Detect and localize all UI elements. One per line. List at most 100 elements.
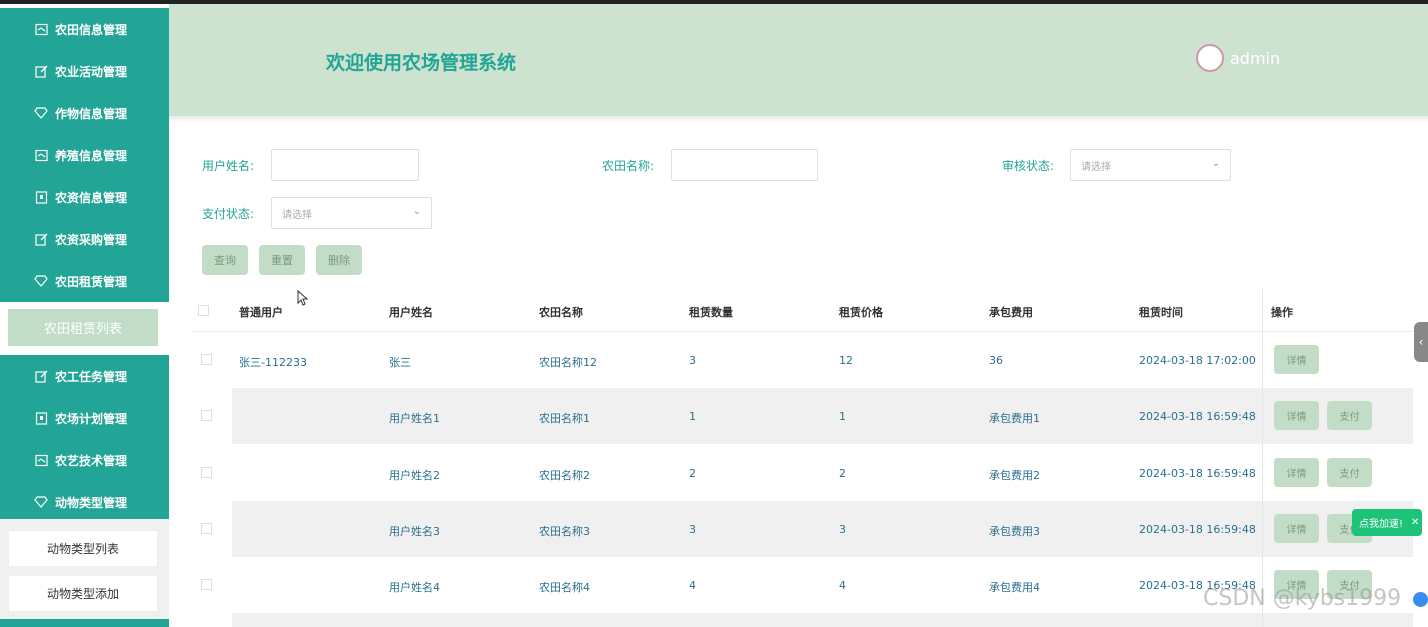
cell-farm: 农田名称1 xyxy=(539,412,590,426)
sidebar-item[interactable]: 农资信息管理 xyxy=(0,176,169,218)
page-title: 欢迎使用农场管理系统 xyxy=(326,52,517,74)
col-header-qty: 租赁数量 xyxy=(689,306,733,319)
cell-qty: 1 xyxy=(689,410,696,424)
cell-qty: 2 xyxy=(689,466,696,480)
col-header-time: 租赁时间 xyxy=(1139,306,1183,319)
detail-button[interactable]: 详情 xyxy=(1274,513,1319,543)
pay-button[interactable]: 支付 xyxy=(1327,457,1372,487)
detail-button[interactable]: 详情 xyxy=(1274,457,1319,487)
table-row: 张三-112233 张三 农田名称12 3 12 36 2024-03-18 17:02:0… xyxy=(191,332,1413,388)
header-shadow xyxy=(169,116,1428,122)
diamond-icon xyxy=(34,274,48,288)
chevron-down-icon: ⌄ xyxy=(412,206,421,217)
cell-fee: 36 xyxy=(989,354,1003,367)
reset-button[interactable]: 重置 xyxy=(259,245,305,275)
edit-icon xyxy=(34,369,48,383)
cell-name: 用户姓名1 xyxy=(389,412,440,426)
edit-icon xyxy=(34,64,48,78)
pay-button[interactable]: 支付 xyxy=(1327,401,1372,431)
table-row-partial xyxy=(191,613,1413,627)
close-icon[interactable]: ✕ xyxy=(1411,517,1419,528)
table-row: 用户姓名2 农田名称2 2 2 承包费用2 2024-03-18 16:59:48 详情 支付 xyxy=(191,445,1413,501)
sidebar-item-label: 农场计划管理 xyxy=(55,411,128,426)
cell-name: 张三 xyxy=(389,356,411,369)
review-status-select[interactable]: 请选择 ⌄ xyxy=(1070,149,1231,181)
pay-status-placeholder: 请选择 xyxy=(282,209,312,221)
speed-up-toast[interactable]: 点我加速! ✕ xyxy=(1352,509,1422,536)
detail-button[interactable]: 详情 xyxy=(1274,345,1319,374)
cell-time: 2024-03-18 16:59:48 xyxy=(1139,466,1256,480)
actions-column-divider xyxy=(1262,289,1263,627)
cell-price: 3 xyxy=(839,522,846,536)
table-row: 用户姓名1 农田名称1 1 1 承包费用1 2024-03-18 16:59:48 详情 支付 xyxy=(191,388,1413,445)
sidebar-item[interactable]: 农工任务管理 xyxy=(0,355,169,397)
username-label: 用户姓名: xyxy=(202,159,255,173)
col-header-price: 租赁价格 xyxy=(839,306,883,319)
doc-icon xyxy=(34,411,48,425)
table-icon xyxy=(34,148,48,162)
table-row: 用户姓名3 农田名称3 3 3 承包费用3 2024-03-18 16:59:48 详情 支付 xyxy=(191,500,1413,557)
sidebar-item-label: 养殖信息管理 xyxy=(55,148,128,163)
sidebar-item-label: 农田信息管理 xyxy=(55,22,128,37)
username[interactable]: admin xyxy=(1230,49,1280,68)
toast-text: 点我加速! xyxy=(1359,519,1404,530)
sidebar-sub-animal-add[interactable]: 动物类型添加 xyxy=(8,575,158,612)
row-checkbox[interactable] xyxy=(201,522,212,534)
cell-user: 张三-112233 xyxy=(239,356,307,369)
cell-fee: 承包费用1 xyxy=(989,412,1040,426)
sidebar-item[interactable]: 农业活动管理 xyxy=(0,50,169,92)
cell-fee: 承包费用4 xyxy=(989,581,1040,595)
cell-name: 用户姓名4 xyxy=(389,581,440,595)
cell-time: 2024-03-18 16:59:48 xyxy=(1139,410,1256,424)
edit-icon xyxy=(34,232,48,246)
sidebar-item-label: 作物信息管理 xyxy=(55,106,128,121)
doc-icon xyxy=(34,190,48,204)
farm-name-input[interactable] xyxy=(671,149,818,181)
sidebar-item[interactable]: 农艺技术管理 xyxy=(0,439,169,481)
sidebar-item[interactable]: 作物信息管理 xyxy=(0,92,169,134)
cell-price: 1 xyxy=(839,410,846,424)
sidebar-item-next[interactable] xyxy=(0,619,169,627)
cell-fee: 承包费用2 xyxy=(989,468,1040,482)
sidebar-item[interactable]: 农田信息管理 xyxy=(0,8,169,50)
row-checkbox[interactable] xyxy=(201,579,212,591)
collapse-handle[interactable]: ‹ xyxy=(1414,322,1428,362)
review-status-placeholder: 请选择 xyxy=(1081,161,1111,173)
pay-status-select[interactable]: 请选择 ⌄ xyxy=(271,197,432,229)
float-icon[interactable] xyxy=(1413,592,1428,607)
row-checkbox[interactable] xyxy=(201,410,212,422)
header: 欢迎使用农场管理系统 admin xyxy=(169,4,1428,116)
col-header-user: 普通用户 xyxy=(239,306,283,319)
sidebar-item-label: 农艺技术管理 xyxy=(55,453,128,468)
query-button[interactable]: 查询 xyxy=(202,245,248,275)
diamond-icon xyxy=(34,495,48,509)
col-header-fee: 承包费用 xyxy=(989,306,1033,319)
sidebar-item[interactable]: 农田租赁管理 xyxy=(0,260,169,302)
col-header-name: 用户姓名 xyxy=(389,306,433,319)
cell-qty: 3 xyxy=(689,522,696,536)
sidebar-item[interactable]: 农场计划管理 xyxy=(0,397,169,439)
cell-time: 2024-03-18 17:02:00 xyxy=(1139,354,1256,367)
sidebar-item[interactable]: 农资采购管理 xyxy=(0,218,169,260)
sidebar-item[interactable]: 动物类型管理 xyxy=(0,481,169,523)
col-header-actions: 操作 xyxy=(1271,306,1293,319)
row-checkbox[interactable] xyxy=(201,354,212,365)
mouse-cursor xyxy=(297,290,309,306)
sidebar-item[interactable]: 养殖信息管理 xyxy=(0,134,169,176)
avatar[interactable] xyxy=(1196,44,1224,72)
pay-status-label: 支付状态: xyxy=(202,207,255,221)
row-checkbox[interactable] xyxy=(201,466,212,478)
cell-time: 2024-03-18 16:59:48 xyxy=(1139,522,1256,536)
cell-name: 用户姓名3 xyxy=(389,524,440,538)
username-input[interactable] xyxy=(271,149,419,181)
select-all-checkbox[interactable] xyxy=(198,305,209,316)
table-icon xyxy=(34,22,48,36)
sidebar-item-label: 农资信息管理 xyxy=(55,190,128,205)
delete-button[interactable]: 删除 xyxy=(316,245,362,275)
sidebar-sub-active[interactable]: 农田租赁列表 xyxy=(8,309,158,346)
sidebar-sub-animal-list[interactable]: 动物类型列表 xyxy=(8,530,158,567)
sidebar-item-label: 农资采购管理 xyxy=(55,232,128,247)
cell-qty: 4 xyxy=(689,579,696,593)
sidebar-item-label: 动物类型管理 xyxy=(55,495,128,510)
detail-button[interactable]: 详情 xyxy=(1274,401,1319,431)
